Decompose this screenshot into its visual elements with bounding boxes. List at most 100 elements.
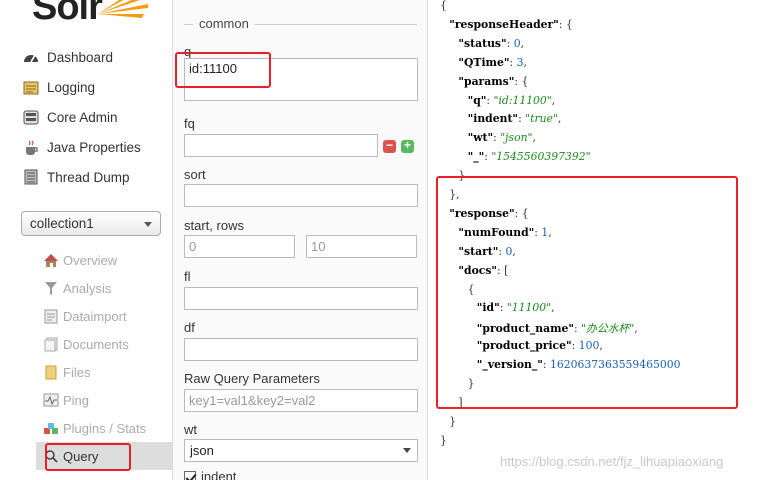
response-line: "indent": "true", (468, 112, 562, 125)
core-menu-item-dataimport[interactable]: Dataimport (36, 302, 172, 330)
watermark: https://blog.csdn.net/fjz_lihuapiaoxiang (500, 454, 724, 469)
fl-input[interactable] (184, 287, 418, 310)
core-menu-label: Plugins / Stats (63, 420, 147, 436)
solr-logo: Solr (32, 0, 103, 28)
core-selector-value: collection1 (30, 216, 94, 231)
core-menu-item-analysis[interactable]: Analysis (36, 274, 172, 302)
nav-item-label: Logging (47, 79, 96, 95)
json-key: "responseHeader" (449, 17, 559, 31)
json-key: "params" (458, 74, 515, 88)
json-punct: } (449, 414, 457, 428)
wt-label: wt (184, 422, 197, 437)
sort-label: sort (184, 167, 206, 182)
indent-checkbox[interactable] (184, 470, 196, 480)
nav-item-label: Java Properties (47, 139, 141, 155)
start-rows-label: start, rows (184, 218, 244, 233)
json-key: "status" (458, 36, 507, 50)
json-string: "json" (500, 131, 533, 145)
json-string: "true" (525, 112, 558, 126)
fl-label: fl (184, 269, 191, 284)
remove-fq-button[interactable]: − (383, 139, 396, 153)
json-punct: : { (514, 74, 529, 88)
indent-option: indent (184, 469, 236, 480)
sort-input[interactable] (184, 184, 418, 207)
json-number: 0 (513, 36, 521, 50)
json-string: "id:11100" (493, 93, 552, 107)
java-icon (22, 139, 40, 155)
nav-item-core-admin[interactable]: Core Admin (22, 106, 118, 128)
json-key: "_" (467, 150, 485, 164)
json-punct: { (440, 0, 447, 12)
nav-item-label: Thread Dump (47, 169, 130, 185)
json-punct: } (440, 433, 447, 447)
thread-dump-icon (22, 169, 40, 185)
start-input[interactable] (184, 235, 295, 258)
json-key: "indent" (467, 112, 519, 126)
json-punct: , (551, 93, 556, 107)
core-menu-item-documents[interactable]: Documents (36, 330, 172, 358)
json-punct: : { (558, 17, 573, 31)
core-menu-item-ping[interactable]: Ping (36, 386, 172, 414)
home-icon (42, 252, 60, 268)
nav-item-dashboard[interactable]: Dashboard (22, 46, 113, 68)
core-menu-label: Overview (63, 252, 118, 268)
nav-item-label: Dashboard (47, 49, 114, 65)
nav-item-java-properties[interactable]: Java Properties (22, 136, 141, 158)
json-string: "1545560397392" (491, 150, 591, 164)
response-line: "status": 0, (458, 37, 524, 50)
add-fq-button[interactable]: + (401, 139, 414, 153)
response-line: } (449, 415, 456, 428)
json-key: "QTime" (458, 55, 510, 69)
json-punct: , (557, 112, 562, 126)
nav-item-thread-dump[interactable]: Thread Dump (22, 166, 130, 188)
json-punct: , (523, 55, 527, 69)
response-line: "q": "id:11100", (468, 94, 556, 107)
annotation-box-query-nav (45, 443, 131, 471)
nav-item-label: Core Admin (47, 109, 118, 125)
core-menu-label: Documents (63, 336, 129, 352)
fq-input[interactable] (184, 134, 378, 157)
indent-label: indent (201, 469, 237, 480)
dashboard-icon (22, 49, 40, 65)
plugins-icon (42, 420, 60, 436)
json-punct: : (509, 55, 517, 69)
core-admin-icon (22, 109, 40, 125)
nav-item-logging[interactable]: Logging (22, 76, 95, 98)
json-punct: , (532, 131, 536, 145)
core-menu-item-plugins-stats[interactable]: Plugins / Stats (36, 414, 172, 442)
response-line: "wt": "json", (468, 131, 536, 144)
response-line: "responseHeader": { (449, 18, 573, 31)
sidebar: Solr Dashboard Logging Core Admin Java P… (0, 0, 172, 480)
json-key: "wt" (467, 131, 494, 145)
response-line: "_": "1545560397392" (468, 150, 591, 163)
response-line: } (440, 434, 447, 447)
json-punct: : (506, 36, 514, 50)
logging-icon (22, 79, 40, 95)
core-selector[interactable]: collection1 (21, 211, 161, 236)
core-menu-label: Dataimport (63, 308, 127, 324)
core-menu-item-files[interactable]: Files (36, 358, 172, 386)
json-punct: , (520, 36, 525, 50)
files-icon (42, 364, 60, 380)
df-label: df (184, 320, 195, 335)
json-key: "q" (467, 93, 487, 107)
annotation-box-response (436, 176, 738, 409)
core-menu-label: Ping (63, 392, 90, 408)
raw-query-label: Raw Query Parameters (184, 371, 320, 386)
response-line: "params": { (458, 75, 528, 88)
df-input[interactable] (184, 338, 418, 361)
funnel-icon (42, 280, 60, 296)
core-menu-label: Files (63, 364, 91, 380)
dataimport-icon (42, 308, 60, 324)
wt-select-value: json (190, 443, 214, 458)
response-line: { (440, 0, 447, 12)
ping-icon (42, 392, 60, 408)
documents-icon (42, 336, 60, 352)
raw-query-input[interactable] (184, 389, 418, 412)
fieldset-legend: common (193, 16, 255, 31)
rows-input[interactable] (306, 235, 417, 258)
core-menu-item-overview[interactable]: Overview (36, 246, 172, 274)
wt-select[interactable]: json (184, 439, 418, 462)
fq-label: fq (184, 116, 195, 131)
annotation-box-query (175, 52, 271, 88)
